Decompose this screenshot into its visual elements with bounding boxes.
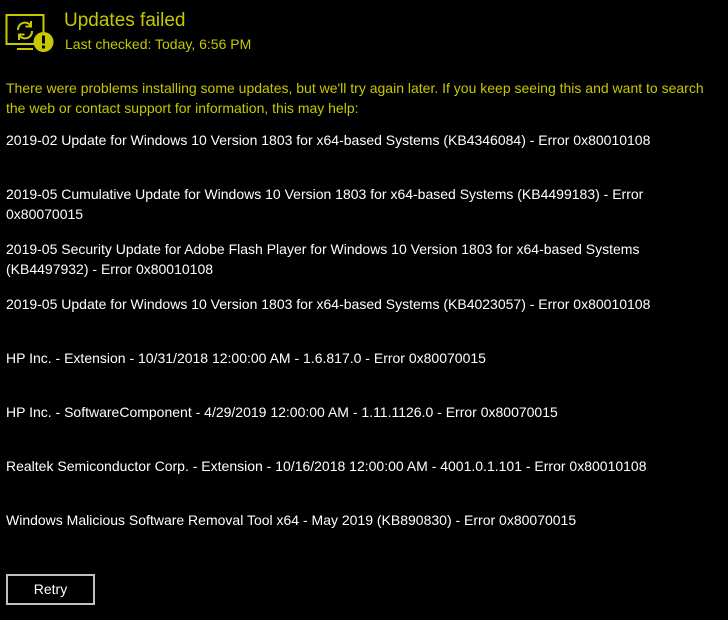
failed-update-item: 2019-05 Security Update for Adobe Flash … xyxy=(6,241,640,277)
failed-update-item: HP Inc. - Extension - 10/31/2018 12:00:0… xyxy=(6,350,486,366)
failed-update-item: 2019-05 Cumulative Update for Windows 10… xyxy=(6,186,644,222)
failed-update-item: 2019-05 Update for Windows 10 Version 18… xyxy=(6,296,651,312)
failed-update-item: Windows Malicious Software Removal Tool … xyxy=(6,512,577,528)
sync-warning-icon xyxy=(5,9,59,57)
failed-update-item: 2019-02 Update for Windows 10 Version 18… xyxy=(6,132,651,148)
failed-update-item: HP Inc. - SoftwareComponent - 4/29/2019 … xyxy=(6,404,558,420)
header-text: Updates failed Last checked: Today, 6:56… xyxy=(64,9,251,54)
page-title: Updates failed xyxy=(64,10,186,31)
failed-update-item: Realtek Semiconductor Corp. - Extension … xyxy=(6,458,647,474)
problem-description: There were problems installing some upda… xyxy=(6,80,704,116)
last-checked-text: Last checked: Today, 6:56 PM xyxy=(65,36,252,52)
status-header: Updates failed Last checked: Today, 6:56… xyxy=(5,9,251,57)
retry-button[interactable]: Retry xyxy=(6,574,95,605)
